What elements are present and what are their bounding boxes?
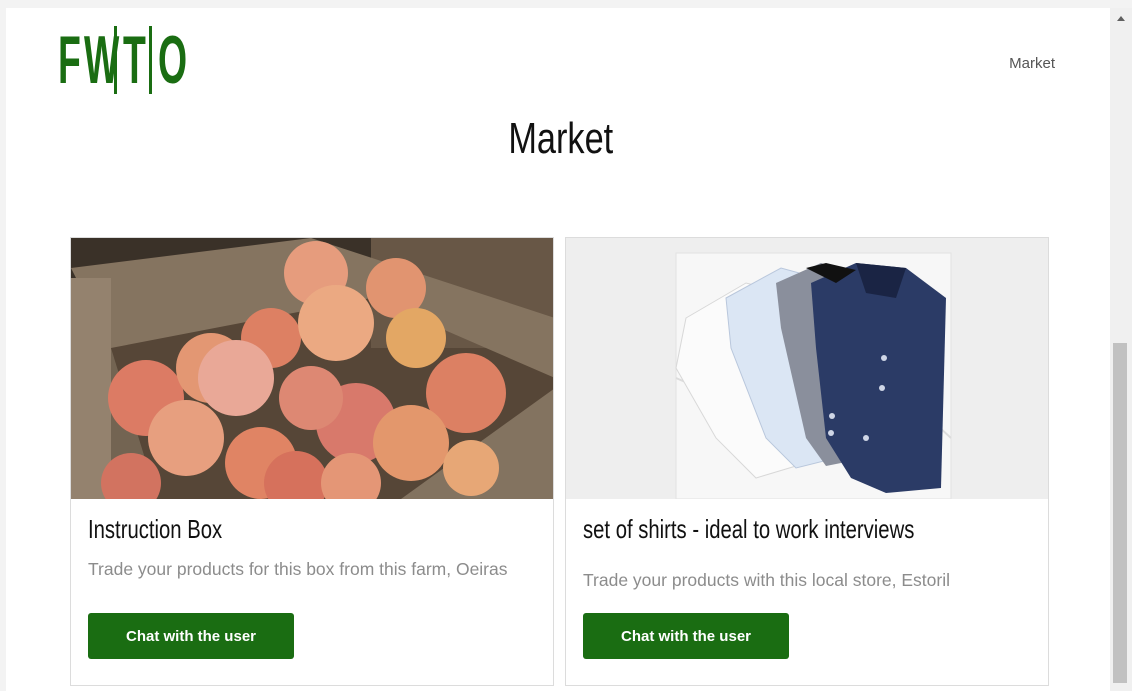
shirts-image <box>566 238 1048 499</box>
page-title: Market <box>508 114 614 163</box>
logo-letter-f: F <box>58 22 81 98</box>
logo-letter-t: T <box>123 22 146 98</box>
card-title: set of shirts - ideal to work interviews <box>583 514 915 544</box>
page: F W T O Market Market Instruction Box Tr… <box>6 8 1110 691</box>
chat-with-user-button[interactable]: Chat with the user <box>583 613 789 659</box>
peaches-image <box>71 238 553 499</box>
fwto-logo[interactable]: F W T O <box>58 20 188 100</box>
product-card: set of shirts - ideal to work interviews… <box>565 237 1049 686</box>
scroll-thumb[interactable] <box>1113 343 1127 683</box>
logo-divider <box>149 26 152 94</box>
product-card: Instruction Box Trade your products for … <box>70 237 554 686</box>
logo-letter-o: O <box>158 22 188 98</box>
logo-letter-w: W <box>84 22 120 98</box>
scroll-up-arrow-icon[interactable] <box>1117 16 1125 21</box>
card-description: Trade your products for this box from th… <box>88 559 508 579</box>
nav-market-link[interactable]: Market <box>1009 55 1055 72</box>
vertical-scrollbar[interactable] <box>1110 8 1132 691</box>
chat-with-user-button[interactable]: Chat with the user <box>88 613 294 659</box>
card-title: Instruction Box <box>88 514 223 544</box>
card-description: Trade your products with this local stor… <box>583 570 950 590</box>
